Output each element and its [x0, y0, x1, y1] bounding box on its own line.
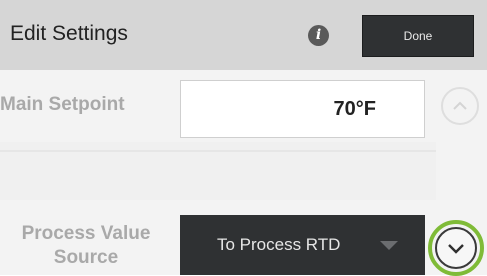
main-setpoint-field[interactable]: 70°F [180, 80, 425, 138]
process-value-source-dropdown[interactable]: To Process RTD [180, 215, 425, 275]
info-icon[interactable]: i [308, 25, 329, 46]
main-setpoint-label: Main Setpoint [0, 94, 125, 115]
done-button[interactable]: Done [362, 15, 474, 57]
scroll-up-button[interactable] [441, 87, 479, 125]
process-value-source-label: Process Value Source [0, 222, 172, 270]
dropdown-caret-icon [380, 241, 398, 250]
chevron-up-icon [453, 101, 467, 110]
page-title: Edit Settings [10, 22, 128, 45]
process-value-source-label-line1: Process Value [21, 223, 151, 244]
scroll-down-button[interactable] [435, 227, 477, 269]
chevron-down-icon [448, 244, 464, 254]
main-setpoint-value: 70°F [333, 98, 376, 120]
settings-panel: Main Setpoint 70°F Process Value Source … [0, 70, 487, 276]
header-bar: Edit Settings i Done [0, 0, 487, 70]
row-divider [0, 150, 436, 152]
process-value-source-label-line2: Source [53, 247, 119, 268]
empty-setting-row [0, 142, 436, 200]
process-value-source-selected: To Process RTD [217, 235, 341, 254]
